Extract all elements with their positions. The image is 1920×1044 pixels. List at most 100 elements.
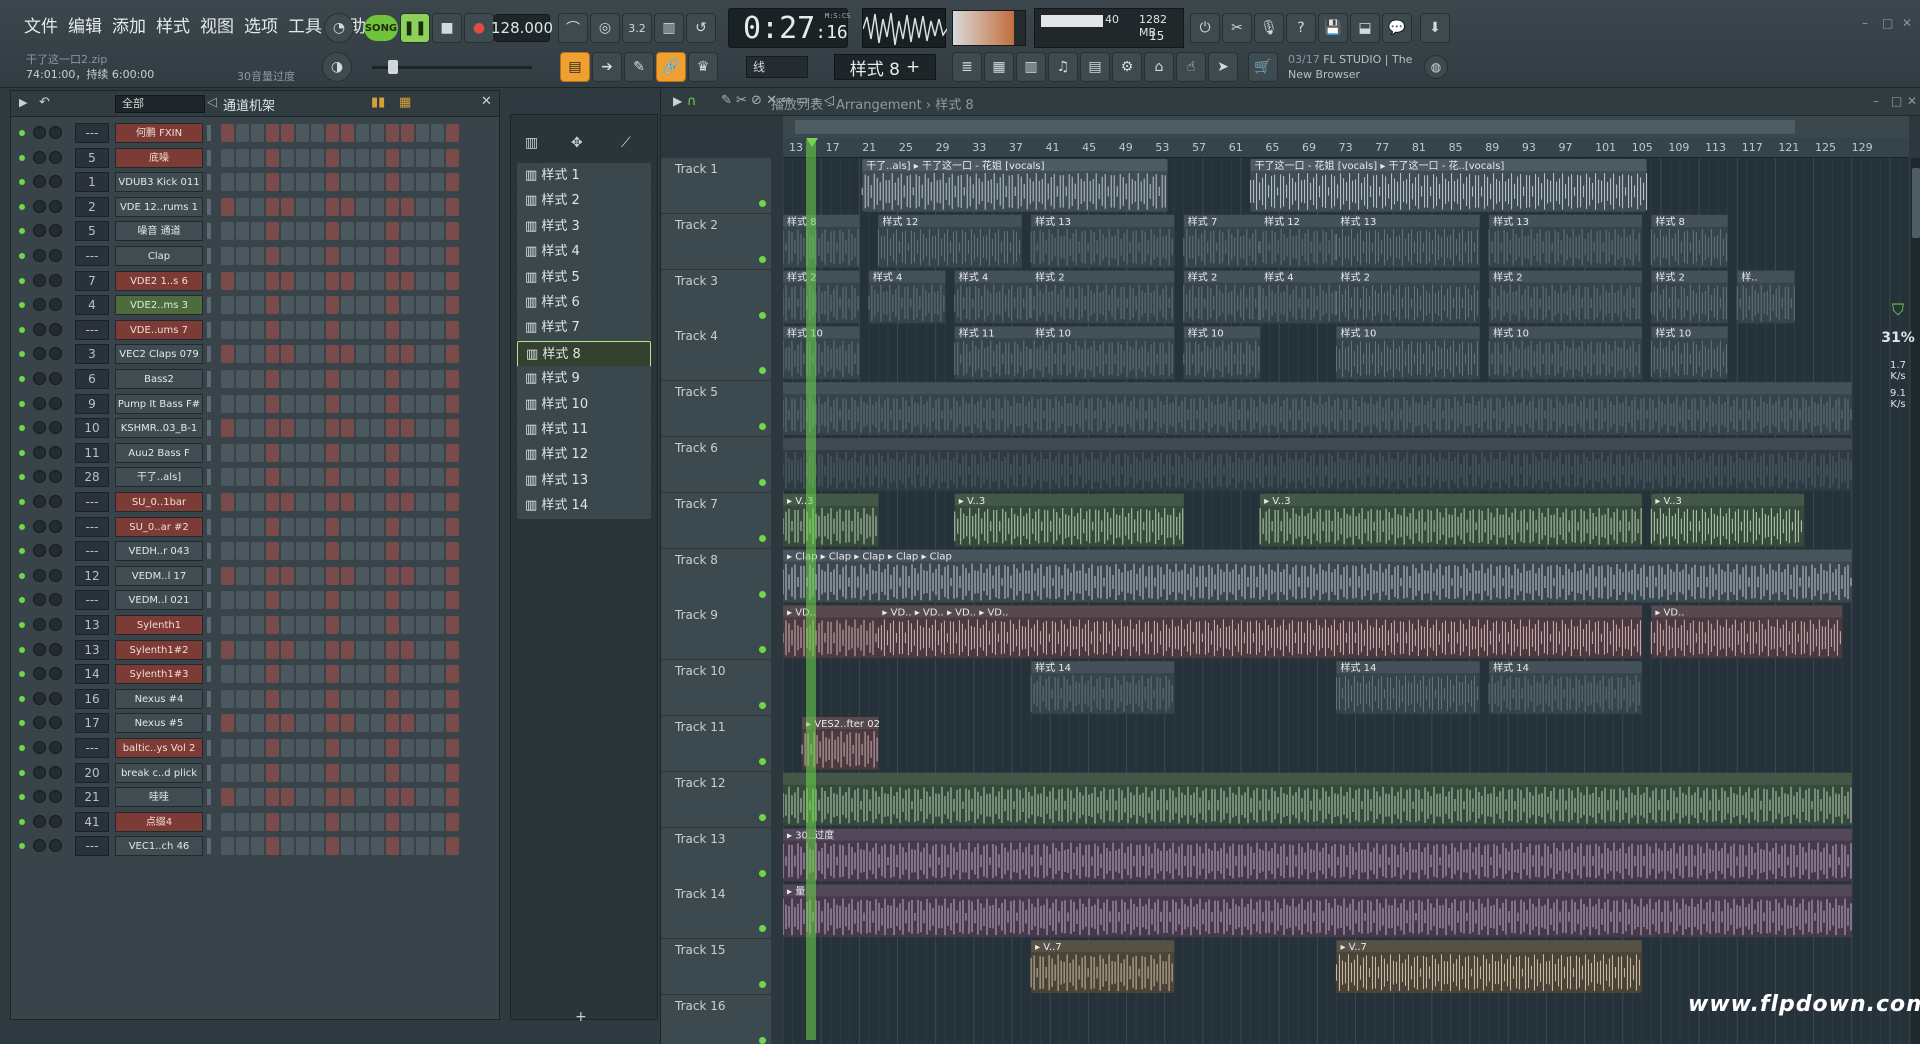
- metronome-icon[interactable]: ⌒: [558, 13, 588, 43]
- playlist-clip[interactable]: ▸ V..7: [1335, 940, 1642, 993]
- step-button[interactable]: [416, 222, 429, 241]
- step-button[interactable]: [236, 542, 249, 561]
- playlist-overview-scrollbar[interactable]: [783, 116, 1909, 138]
- step-button[interactable]: [386, 271, 399, 290]
- step-button[interactable]: [221, 788, 234, 807]
- channel-row[interactable]: 10 KSHMR..03_B-1: [11, 416, 499, 440]
- pan-knob-icon[interactable]: [49, 593, 62, 607]
- minimize-icon[interactable]: –: [1862, 16, 1868, 30]
- step-button[interactable]: [296, 173, 309, 192]
- step-button[interactable]: [356, 763, 369, 782]
- step-button[interactable]: [311, 714, 324, 733]
- volume-knob-icon[interactable]: [33, 667, 46, 681]
- mixer-track-number[interactable]: 13: [75, 615, 109, 635]
- step-button[interactable]: [446, 739, 459, 757]
- step-button[interactable]: [401, 665, 414, 684]
- volume-knob-icon[interactable]: [33, 519, 46, 533]
- step-button[interactable]: [386, 345, 399, 364]
- playlist-clip[interactable]: 干了..als] ▸ 干了这一口 - 花姐 [vocals]: [861, 159, 1168, 212]
- step-button[interactable]: [371, 714, 384, 733]
- record-button[interactable]: ●: [464, 13, 494, 43]
- track-led-icon[interactable]: [759, 534, 766, 542]
- step-button[interactable]: [236, 296, 249, 315]
- channel-led-icon[interactable]: [19, 548, 25, 555]
- power-icon[interactable]: ⏻: [1190, 13, 1220, 43]
- channel-select-bar[interactable]: [207, 125, 211, 141]
- step-button[interactable]: [296, 640, 309, 659]
- step-button[interactable]: [311, 493, 324, 511]
- step-button[interactable]: [341, 247, 354, 265]
- channel-select-bar[interactable]: [207, 764, 211, 781]
- step-button[interactable]: [431, 763, 444, 782]
- step-button[interactable]: [446, 763, 459, 782]
- scroll-thumb[interactable]: [1912, 168, 1920, 238]
- step-button[interactable]: [266, 714, 279, 733]
- step-button[interactable]: [416, 493, 429, 511]
- volume-knob-icon[interactable]: [33, 273, 46, 287]
- pan-knob-icon[interactable]: [49, 568, 62, 582]
- channel-led-icon[interactable]: [19, 499, 25, 505]
- playlist-clip[interactable]: 样式 7: [1183, 214, 1261, 268]
- channel-name-button[interactable]: break c..d plick: [115, 762, 203, 783]
- help-icon[interactable]: ?: [1286, 13, 1316, 43]
- channel-name-button[interactable]: VEDM..l 17: [115, 565, 203, 586]
- step-button[interactable]: [446, 788, 459, 807]
- mixer-track-number[interactable]: 3: [75, 344, 109, 365]
- channel-select-bar[interactable]: [207, 838, 211, 855]
- channel-rack-icon[interactable]: ▥: [1016, 52, 1046, 82]
- step-button[interactable]: [446, 517, 459, 536]
- step-button[interactable]: [311, 247, 324, 265]
- playlist-vertical-scrollbar[interactable]: [1911, 158, 1920, 1044]
- step-button[interactable]: [446, 197, 459, 216]
- step-button[interactable]: [446, 616, 459, 634]
- close-icon[interactable]: ✕: [1902, 16, 1912, 30]
- clip-header[interactable]: [1336, 940, 1642, 953]
- playlist-clip[interactable]: 样式 2: [1488, 270, 1642, 324]
- step-button[interactable]: [296, 443, 309, 462]
- step-button[interactable]: [311, 197, 324, 216]
- track-led-icon[interactable]: [759, 925, 766, 933]
- step-button[interactable]: [446, 812, 459, 831]
- step-button[interactable]: [221, 271, 234, 290]
- mixer-track-number[interactable]: 17: [75, 713, 109, 734]
- step-button[interactable]: [266, 812, 279, 831]
- mixer-track-number[interactable]: 28: [75, 467, 109, 488]
- step-button[interactable]: [326, 493, 339, 511]
- volume-knob-icon[interactable]: [33, 470, 46, 484]
- channel-row[interactable]: --- VEC1..ch 46: [11, 834, 499, 858]
- playlist-clip[interactable]: 样式 10: [1030, 326, 1175, 380]
- step-button[interactable]: [416, 714, 429, 733]
- step-button[interactable]: [311, 542, 324, 561]
- channel-row[interactable]: 4 VDE2..ms 3: [11, 293, 499, 317]
- step-button[interactable]: [281, 714, 294, 733]
- step-button[interactable]: [266, 247, 279, 265]
- step-button[interactable]: [371, 394, 384, 413]
- playlist-clip[interactable]: 样式 2: [1650, 270, 1728, 324]
- step-button[interactable]: [326, 443, 339, 462]
- step-button[interactable]: [446, 591, 459, 610]
- step-button[interactable]: [311, 271, 324, 290]
- channel-row[interactable]: 20 break c..d plick: [11, 761, 499, 785]
- channel-led-icon[interactable]: [19, 326, 25, 333]
- step-button[interactable]: [281, 763, 294, 782]
- channel-led-icon[interactable]: [19, 671, 25, 678]
- step-button[interactable]: [326, 591, 339, 610]
- step-button[interactable]: [236, 394, 249, 413]
- playlist-clip[interactable]: 样式 12: [1259, 214, 1337, 268]
- step-button[interactable]: [446, 296, 459, 315]
- step-button[interactable]: [221, 173, 234, 192]
- channel-select-bar[interactable]: [207, 444, 211, 461]
- step-button[interactable]: [356, 616, 369, 634]
- step-button[interactable]: [341, 468, 354, 487]
- step-button[interactable]: [446, 271, 459, 290]
- step-button[interactable]: [266, 788, 279, 807]
- step-button[interactable]: [281, 148, 294, 167]
- channel-name-button[interactable]: Sylenth1#3: [115, 664, 203, 685]
- step-button[interactable]: [446, 493, 459, 511]
- playlist-close-icon[interactable]: ✕: [1907, 94, 1917, 108]
- step-button[interactable]: [251, 443, 264, 462]
- step-button[interactable]: [356, 197, 369, 216]
- step-button[interactable]: [251, 370, 264, 388]
- step-button[interactable]: [326, 542, 339, 561]
- mixer-track-number[interactable]: 10: [75, 418, 109, 439]
